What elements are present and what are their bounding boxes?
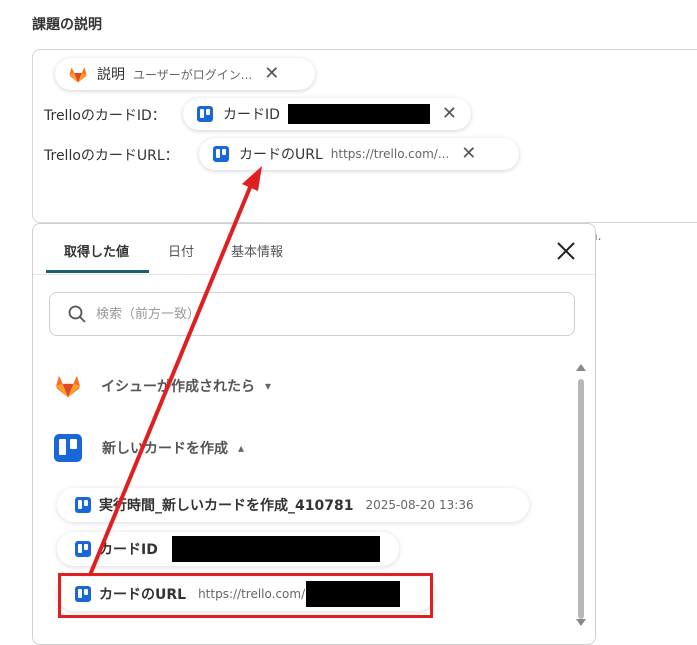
scroll-down-icon: [576, 619, 586, 626]
chevron-up-icon: ▴: [238, 441, 245, 455]
search-icon: [68, 305, 86, 323]
active-tab-indicator: [46, 270, 149, 273]
chip-name: カードID: [223, 107, 280, 123]
card-url-label: TrelloのカードURL：: [44, 148, 179, 164]
trello-icon: [75, 541, 91, 557]
tab-bar: 取得した値 日付 基本情報: [33, 224, 595, 275]
section-title: 課題の説明: [32, 17, 102, 33]
search-input[interactable]: [94, 305, 518, 323]
close-icon[interactable]: [553, 238, 579, 264]
highlight-box: [58, 573, 433, 618]
chip-name: 説明: [97, 67, 125, 83]
card-url-variable-chip[interactable]: カードのURL https://trello.com/... ✕: [199, 138, 519, 170]
value-item-card-id[interactable]: カードID: [57, 532, 399, 566]
tab-basic-info[interactable]: 基本情報: [231, 241, 283, 260]
group-issue-created[interactable]: イシューが作成されたら ▾: [55, 374, 271, 398]
chip-value: ユーザーがログイン...: [133, 67, 253, 82]
group-new-card[interactable]: 新しいカードを作成 ▴: [54, 434, 244, 462]
trello-icon: [213, 146, 229, 162]
gitlab-icon: [56, 375, 80, 398]
chevron-down-icon: ▾: [265, 379, 272, 393]
chip-name: カードのURL: [239, 147, 323, 163]
gitlab-icon: [69, 66, 87, 82]
card-id-label: TrelloのカードID：: [44, 108, 166, 124]
trello-icon: [197, 106, 213, 122]
value-item-execution-time[interactable]: 実行時間_新しいカードを作成_410781 2025-08-20 13:36: [57, 488, 529, 522]
redacted-value: [287, 104, 430, 124]
search-box[interactable]: [49, 292, 575, 336]
description-variable-chip[interactable]: 説明 ユーザーがログイン... ✕: [55, 58, 315, 90]
tab-date[interactable]: 日付: [168, 241, 194, 260]
card-id-variable-chip[interactable]: カードID ✕: [183, 98, 471, 130]
chip-value: https://trello.com/...: [330, 147, 450, 161]
trello-icon: [54, 434, 82, 462]
remove-chip-icon[interactable]: ✕: [442, 105, 457, 123]
item-name: 実行時間_新しいカードを作成_410781: [99, 498, 354, 514]
group-label: イシューが作成されたら: [101, 379, 255, 395]
item-value: 2025-08-20 13:36: [365, 498, 474, 512]
scroll-up-icon: [576, 364, 586, 371]
redacted-value: [171, 536, 380, 562]
remove-chip-icon[interactable]: ✕: [461, 145, 476, 163]
item-name: カードID: [99, 542, 158, 558]
tab-acquired-values[interactable]: 取得した値: [64, 241, 129, 260]
remove-chip-icon[interactable]: ✕: [264, 65, 279, 83]
scrollbar[interactable]: [573, 359, 589, 629]
group-label: 新しいカードを作成: [102, 441, 228, 457]
trello-icon: [75, 497, 91, 513]
